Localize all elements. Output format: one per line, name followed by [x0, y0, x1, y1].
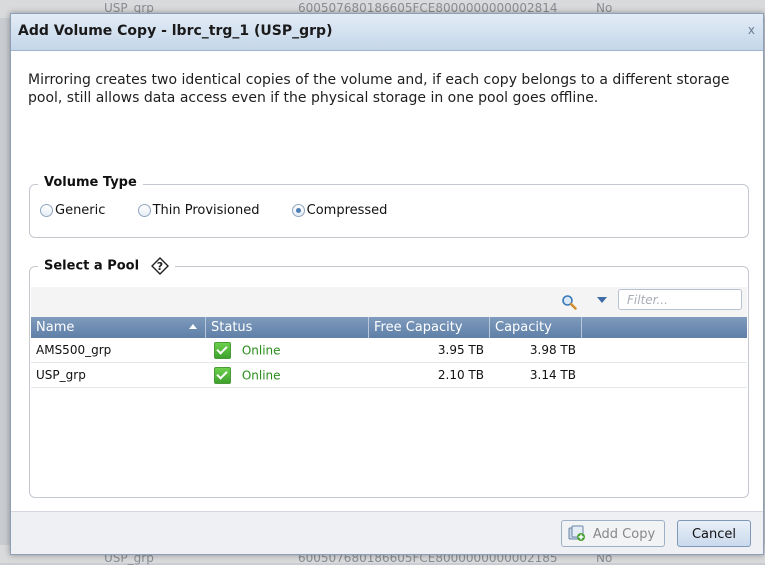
select-pool-legend: Select a Pool ?: [38, 257, 175, 275]
add-copy-icon: [568, 525, 586, 542]
table-row[interactable]: USP_grp Online 2.10 TB 3.14 TB: [31, 363, 747, 388]
thin-provisioned-radio[interactable]: [137, 204, 151, 217]
dialog-footer: Add Copy Cancel: [11, 511, 763, 554]
pool-name-cell: AMS500_grp: [36, 343, 112, 357]
compressed-label: Compressed: [306, 203, 388, 218]
search-icon[interactable]: [561, 294, 577, 310]
help-icon[interactable]: ?: [150, 257, 169, 275]
capacity-cell: 3.98 TB: [529, 343, 576, 357]
table-header: Name Status Free Capacity Capacity: [31, 317, 747, 338]
volume-type-thin-provisioned[interactable]: Thin Provisioned: [137, 203, 260, 218]
pool-table: Name Status Free Capacity Capacity AMS50…: [31, 317, 747, 496]
cancel-button[interactable]: Cancel: [677, 520, 751, 547]
volume-type-legend: Volume Type: [38, 175, 143, 190]
column-status[interactable]: Status: [206, 317, 369, 338]
dialog-description: Mirroring creates two identical copies o…: [28, 72, 730, 106]
generic-label: Generic: [55, 203, 106, 218]
svg-text:?: ?: [156, 260, 162, 273]
column-name[interactable]: Name: [31, 317, 206, 338]
table-row[interactable]: AMS500_grp Online 3.95 TB 3.98 TB: [31, 338, 747, 363]
dialog-title: Add Volume Copy - lbrc_trg_1 (USP_grp): [18, 23, 333, 39]
volume-type-options: Generic Thin Provisioned Compressed: [40, 203, 415, 221]
chevron-down-icon[interactable]: [597, 297, 607, 303]
column-name-label: Name: [36, 320, 75, 335]
compressed-radio[interactable]: [291, 204, 305, 217]
sort-ascending-icon: [189, 324, 197, 329]
filter-input[interactable]: Filter...: [618, 289, 742, 310]
select-pool-label: Select a Pool: [44, 258, 140, 274]
pool-status-cell: Online: [206, 341, 369, 359]
pool-toolbar: Filter...: [31, 287, 747, 317]
close-icon[interactable]: x: [748, 23, 755, 37]
capacity-cell: 3.14 TB: [529, 368, 576, 382]
online-check-icon: [214, 341, 231, 359]
pool-status-cell: Online: [206, 366, 369, 384]
status-text: Online: [241, 368, 281, 382]
add-volume-copy-dialog: Add Volume Copy - lbrc_trg_1 (USP_grp) x…: [10, 13, 764, 555]
add-copy-button[interactable]: Add Copy: [561, 520, 665, 547]
free-capacity-cell: 2.10 TB: [437, 368, 484, 382]
add-copy-label: Add Copy: [592, 527, 656, 542]
volume-type-generic[interactable]: Generic: [40, 203, 105, 218]
dialog-titlebar[interactable]: Add Volume Copy - lbrc_trg_1 (USP_grp) x: [11, 14, 763, 51]
status-text: Online: [241, 343, 281, 357]
pool-name-cell: USP_grp: [36, 368, 86, 382]
volume-type-compressed[interactable]: Compressed: [291, 203, 388, 218]
volume-type-group: Volume Type Generic Thin Provisioned Com…: [29, 175, 749, 238]
generic-radio[interactable]: [40, 204, 53, 217]
free-capacity-cell: 3.95 TB: [437, 343, 484, 357]
select-pool-group: Select a Pool ? Filter... Name Status Fr…: [29, 257, 749, 498]
thin-provisioned-label: Thin Provisioned: [152, 203, 260, 218]
column-free-capacity[interactable]: Free Capacity: [369, 317, 490, 338]
column-capacity[interactable]: Capacity: [490, 317, 582, 338]
online-check-icon: [214, 366, 231, 384]
